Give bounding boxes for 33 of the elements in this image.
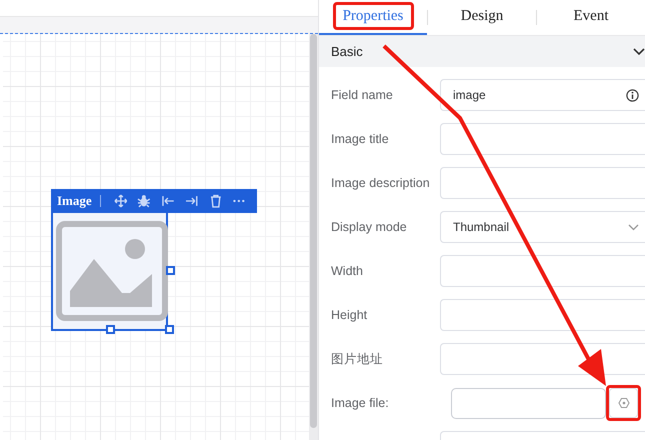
input-field[interactable]: image	[440, 79, 645, 111]
arrow-to-left-icon[interactable]	[161, 194, 175, 208]
scrollbar-thumb[interactable]	[310, 34, 317, 428]
input-field[interactable]	[440, 255, 645, 287]
arrow-to-right-icon[interactable]	[184, 194, 199, 208]
tab[interactable]: Event	[537, 0, 645, 35]
bug-icon[interactable]	[137, 194, 152, 208]
select-field[interactable]: Thumbnail	[440, 211, 645, 243]
field-label: Image description	[330, 174, 431, 192]
file-field[interactable]	[451, 388, 606, 418]
widget-title: Image	[57, 192, 92, 210]
resize-handle[interactable]	[106, 325, 115, 334]
section-title: Basic	[331, 42, 363, 61]
field-label: Height	[330, 306, 368, 324]
input-field[interactable]	[440, 167, 645, 199]
input-field[interactable]	[440, 299, 645, 331]
field-label: 图片地址	[330, 350, 384, 368]
chevron-icon[interactable]	[633, 48, 645, 56]
field-label: Image title	[330, 130, 390, 148]
field-label: Display mode	[330, 218, 408, 236]
field-label: Image file:	[330, 394, 390, 412]
trash-icon[interactable]	[208, 194, 222, 208]
tab[interactable]: Design	[428, 0, 536, 35]
chevron-icon	[628, 224, 639, 230]
resize-handle[interactable]	[165, 325, 174, 334]
field-label: Width	[330, 262, 364, 280]
image-icon	[56, 221, 168, 321]
hexagon-icon	[618, 397, 630, 409]
input-field[interactable]	[440, 123, 645, 155]
field-label: Field name	[330, 86, 394, 104]
resize-handle[interactable]	[166, 266, 175, 275]
info-icon[interactable]	[626, 88, 639, 102]
move-icon[interactable]	[114, 194, 128, 208]
